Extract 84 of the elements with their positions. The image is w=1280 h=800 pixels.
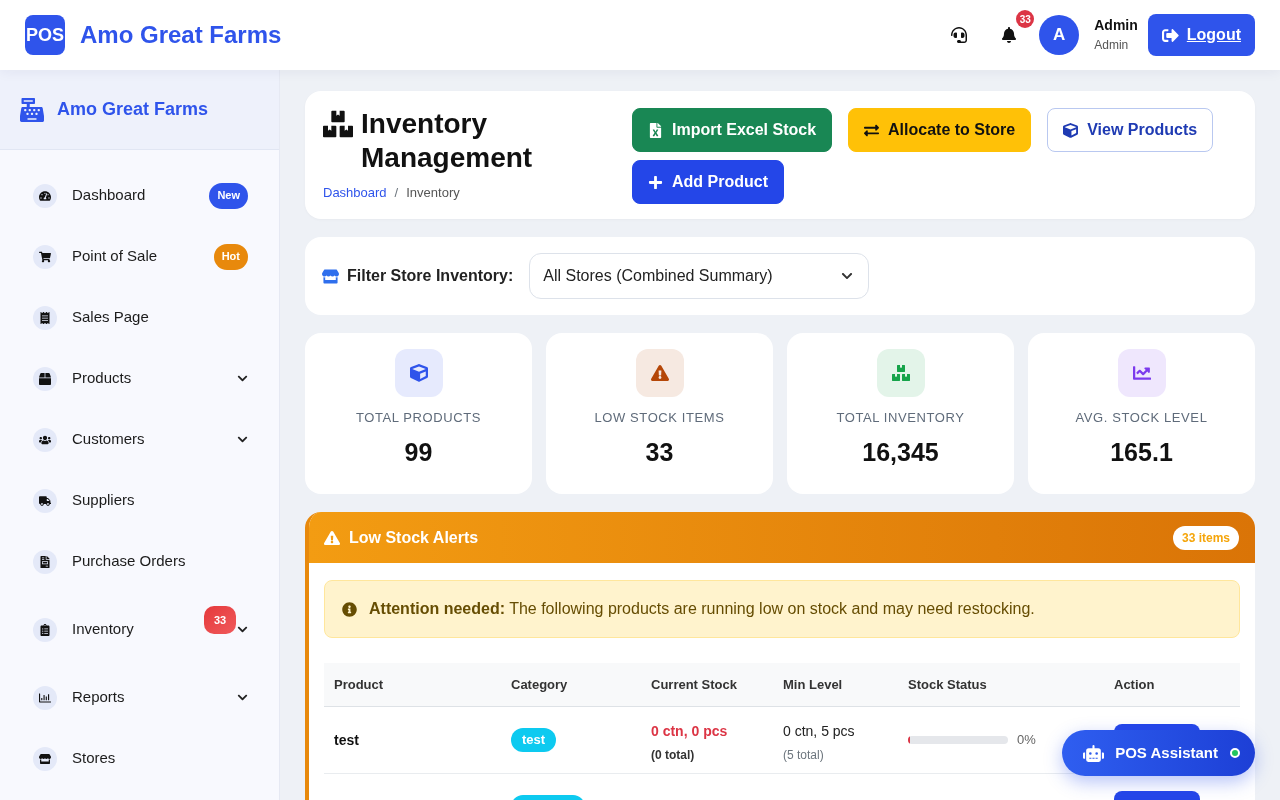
bar-chart-icon — [33, 685, 57, 710]
cash-register-icon — [20, 97, 44, 122]
min-level: 0 ctn, 5 pcs — [783, 722, 855, 741]
items-count-badge: 33 items — [1172, 525, 1239, 550]
product-name: test — [334, 730, 359, 750]
robot-icon — [1083, 742, 1105, 764]
stat-label: AVG. STOCK LEVEL — [1075, 409, 1208, 427]
cart-icon — [33, 244, 57, 269]
stat-value: 99 — [404, 436, 433, 467]
store-icon — [322, 267, 339, 285]
notification-badge: 33 — [1016, 10, 1035, 28]
boxes-icon — [876, 349, 925, 397]
sidebar-item[interactable]: Sales Page — [0, 287, 279, 348]
action-button[interactable]: Allocate to Store — [848, 108, 1032, 152]
page-title: Inventory Management — [361, 107, 534, 175]
line-chart-icon — [1117, 349, 1166, 397]
column-header: Current Stock — [650, 675, 738, 694]
breadcrumb-link[interactable]: Dashboard — [323, 183, 387, 203]
stock-percent: 0% — [1017, 731, 1036, 750]
sidebar-item[interactable]: Stores — [0, 728, 279, 789]
alerts-title: Low Stock Alerts — [349, 527, 479, 548]
warning-icon — [635, 349, 684, 397]
info-icon — [342, 601, 357, 617]
sidebar-item[interactable]: Inventory 33 — [0, 592, 279, 667]
count-badge: 33 — [204, 606, 236, 634]
min-total: (5 total) — [783, 747, 824, 764]
excel-file-icon — [648, 122, 663, 138]
stat-label: TOTAL PRODUCTS — [355, 409, 482, 427]
sidebar-item[interactable]: Suppliers — [0, 470, 279, 531]
action-button[interactable]: Import Excel Stock — [632, 108, 833, 152]
filter-label: Filter Store Inventory: — [347, 266, 514, 286]
logout-icon — [1161, 26, 1179, 44]
menu-badge: New — [209, 182, 248, 209]
users-icon — [33, 427, 57, 452]
menu-badge: Hot — [213, 243, 248, 270]
chevron-down-icon — [841, 270, 854, 282]
column-header: Action — [1113, 675, 1156, 694]
receipt-icon — [33, 305, 57, 330]
clipboard-icon — [33, 617, 57, 642]
stat-label: LOW STOCK ITEMS — [594, 409, 725, 427]
swap-arrows-icon — [864, 122, 880, 138]
app-title: Amo Great Farms — [80, 20, 282, 50]
sidebar-brand: Amo Great Farms — [57, 98, 209, 121]
sidebar-item[interactable]: Point of Sale Hot — [0, 226, 279, 287]
sidebar-item[interactable]: Reports — [0, 667, 279, 728]
plus-icon — [648, 174, 663, 190]
stat-value: 16,345 — [862, 436, 939, 467]
assistant-button[interactable]: POS Assistant — [1062, 730, 1255, 776]
document-icon — [33, 549, 57, 574]
sidebar-item[interactable]: Purchase Orders — [0, 531, 279, 592]
current-stock: 0 ctn, 0 pcs — [651, 722, 728, 741]
boxes-icon — [323, 109, 353, 139]
sidebar-item[interactable]: Customers — [0, 409, 279, 470]
cube-icon — [1063, 122, 1079, 138]
action-button[interactable]: View Products — [1047, 108, 1214, 152]
cube-icon — [394, 349, 443, 397]
category-tag: test — [511, 728, 557, 752]
column-header: Category — [510, 675, 569, 694]
user-role: Admin — [1094, 37, 1130, 53]
bell-icon — [1001, 27, 1018, 43]
user-avatar[interactable]: A — [1039, 15, 1080, 55]
sidebar-item[interactable]: Products — [0, 348, 279, 409]
store-select[interactable]: All Stores (Combined Summary) — [529, 253, 870, 299]
current-total: (0 total) — [651, 747, 695, 764]
logo: POS — [25, 15, 65, 55]
headset-icon — [951, 27, 968, 43]
sidebar-item[interactable]: Dashboard New — [0, 165, 279, 226]
user-name: Admin — [1094, 17, 1138, 35]
store-icon — [33, 746, 57, 771]
action-button[interactable]: Add Product — [632, 160, 784, 204]
breadcrumb-separator: / — [394, 184, 399, 202]
logout-button[interactable]: Logout — [1147, 14, 1255, 56]
box-icon — [33, 366, 57, 391]
column-header: Stock Status — [907, 675, 988, 694]
gauge-icon — [33, 183, 57, 208]
stat-value: 165.1 — [1110, 436, 1173, 467]
warning-icon — [324, 529, 340, 546]
column-header: Min Level — [782, 675, 844, 694]
stat-label: TOTAL INVENTORY — [836, 409, 965, 427]
truck-icon — [33, 488, 57, 513]
column-header: Product — [333, 675, 385, 694]
breadcrumb-link[interactable]: Inventory — [406, 183, 460, 203]
stat-value: 33 — [645, 436, 674, 467]
alert-text: Attention needed: The following products are running low on stock and may need restocking. — [369, 599, 1035, 619]
